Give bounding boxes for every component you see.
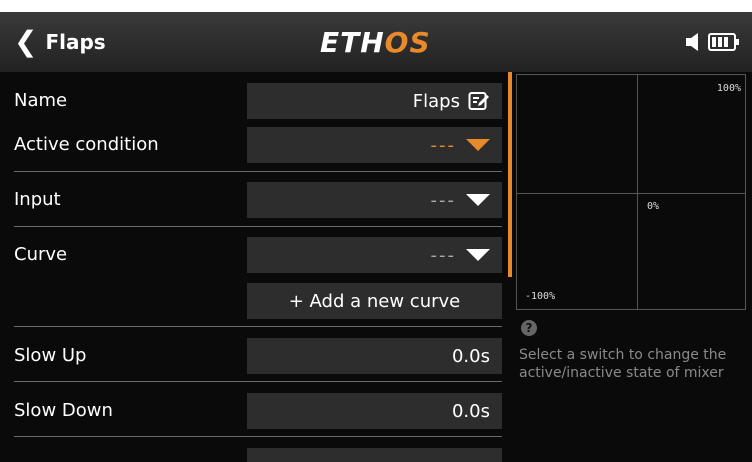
dropdown-arrow-icon <box>466 249 490 261</box>
dropdown-arrow-icon <box>466 194 490 206</box>
active-condition-value: --- <box>430 134 456 156</box>
divider <box>14 326 502 327</box>
next-field-partial[interactable] <box>247 448 502 462</box>
battery-icon <box>708 33 739 51</box>
slow-up-label: Slow Up <box>14 345 87 366</box>
slow-down-label: Slow Down <box>14 400 113 421</box>
volume-icon[interactable] <box>684 31 702 53</box>
logo-suffix: OS <box>384 26 431 59</box>
radio-screen: ❮ Flaps ETHOS Name Flaps Active conditio… <box>0 12 752 462</box>
active-condition-label: Active condition <box>14 134 159 155</box>
slow-down-value: 0.0s <box>451 400 490 422</box>
status-icons <box>684 30 740 54</box>
edit-icon <box>468 92 489 110</box>
curve-dropdown[interactable]: --- <box>247 237 502 273</box>
question-icon: ? <box>521 320 537 336</box>
dropdown-arrow-icon <box>466 139 490 151</box>
graph-center-label: 0% <box>647 201 660 212</box>
graph-top-label: 100% <box>716 83 741 94</box>
title-bar: ❮ Flaps ETHOS <box>0 12 752 72</box>
slow-down-field[interactable]: 0.0s <box>247 393 502 429</box>
input-value: --- <box>430 189 456 211</box>
page-title: Flaps <box>45 30 106 54</box>
name-label: Name <box>14 90 68 111</box>
input-label: Input <box>14 189 61 210</box>
curve-label: Curve <box>14 244 68 265</box>
divider <box>14 436 502 437</box>
curve-value: --- <box>430 244 456 266</box>
curve-graph: 100% 0% -100% <box>516 74 746 310</box>
divider <box>14 381 502 382</box>
ethos-logo: ETHOS <box>320 26 450 60</box>
graph-bottom-label: -100% <box>525 291 556 302</box>
chevron-left-icon: ❮ <box>14 25 38 58</box>
help-text: Select a switch to change the active/ina… <box>519 347 727 381</box>
active-condition-dropdown[interactable]: --- <box>247 127 502 163</box>
input-dropdown[interactable]: --- <box>247 182 502 218</box>
graph-vertical-axis <box>637 75 638 309</box>
name-value: Flaps <box>412 90 460 112</box>
name-field[interactable]: Flaps <box>247 83 502 119</box>
logo-prefix: ETH <box>320 26 385 59</box>
divider <box>14 226 502 227</box>
slow-up-value: 0.0s <box>451 345 490 367</box>
slow-up-field[interactable]: 0.0s <box>247 338 502 374</box>
back-button[interactable]: ❮ Flaps <box>14 24 124 60</box>
add-new-curve-button[interactable]: + Add a new curve <box>247 283 502 319</box>
scrollbar[interactable] <box>508 72 512 277</box>
divider <box>14 171 502 172</box>
graph-horizontal-axis <box>517 193 745 194</box>
